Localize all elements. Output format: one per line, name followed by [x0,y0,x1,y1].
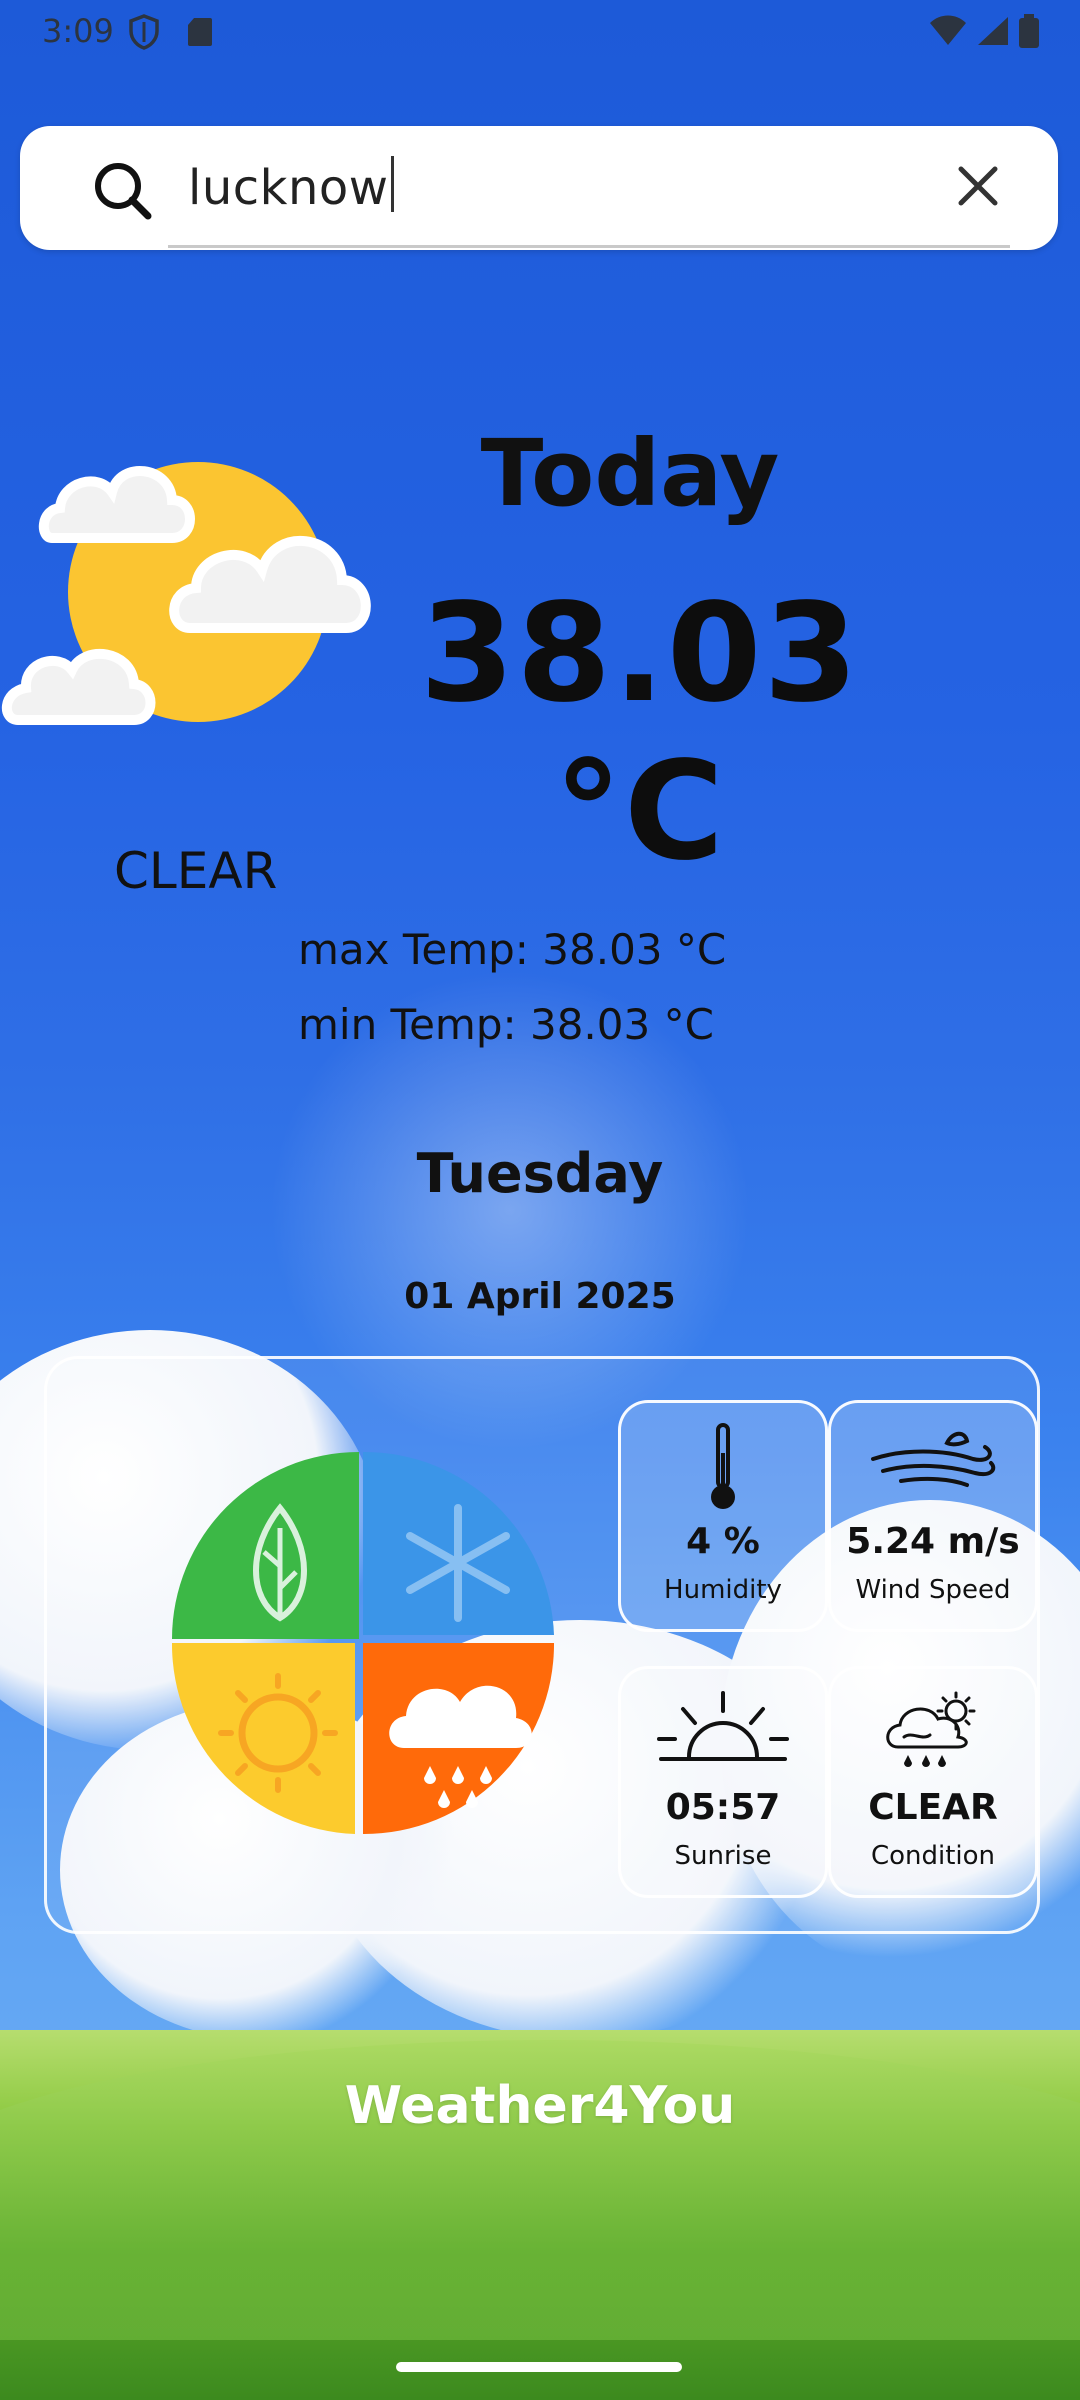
seasons-icon [168,1448,558,1842]
search-value: lucknow [188,160,389,216]
battery-icon [1018,14,1040,52]
status-icons [928,14,1040,52]
sunrise-value: 05:57 [665,1787,781,1828]
search-underline [168,245,1010,248]
current-temperature: 38.03 °C [419,575,861,891]
search-bar[interactable]: lucknow [20,126,1058,250]
status-time: 3:09 [42,12,114,50]
wind-speed-value: 5.24 m/s [846,1521,1020,1562]
thermometer-icon [621,1423,825,1517]
storm-cloud-icon [831,1689,1035,1783]
max-temperature: max Temp: 38.03 °C [298,925,727,974]
search-input[interactable]: lucknow [188,156,394,216]
weekday: Tuesday [416,1142,664,1205]
sunrise-label: Sunrise [674,1841,772,1871]
humidity-label: Humidity [664,1575,782,1605]
condition-label: Condition [870,1841,996,1871]
sunrise-icon [621,1689,825,1773]
wind-speed-card: 5.24 m/s Wind Speed [828,1400,1038,1632]
text-cursor [390,156,394,212]
wind-speed-label: Wind Speed [855,1575,1011,1605]
home-indicator[interactable] [396,2362,682,2372]
app-screen: 3:09 lucknow Today 38.03 °C CLEAR max Te… [0,0,1080,2400]
search-icon[interactable] [92,160,154,226]
weather-condition: CLEAR [114,842,278,900]
today-heading: Today [480,420,780,527]
date: 01 April 2025 [404,1276,676,1317]
shield-icon [128,14,160,54]
humidity-value: 4 % [686,1521,760,1562]
app-brand: Weather4You [344,2076,736,2136]
condition-value: CLEAR [868,1787,998,1828]
sunrise-card: 05:57 Sunrise [618,1666,828,1898]
min-temperature: min Temp: 38.03 °C [298,1000,714,1049]
close-icon[interactable] [956,164,1000,212]
wifi-icon [928,15,968,51]
condition-card: CLEAR Condition [828,1666,1038,1898]
sd-card-icon [186,16,214,52]
wind-icon [831,1423,1035,1497]
humidity-card: 4 % Humidity [618,1400,828,1632]
cellular-signal-icon [976,15,1010,51]
